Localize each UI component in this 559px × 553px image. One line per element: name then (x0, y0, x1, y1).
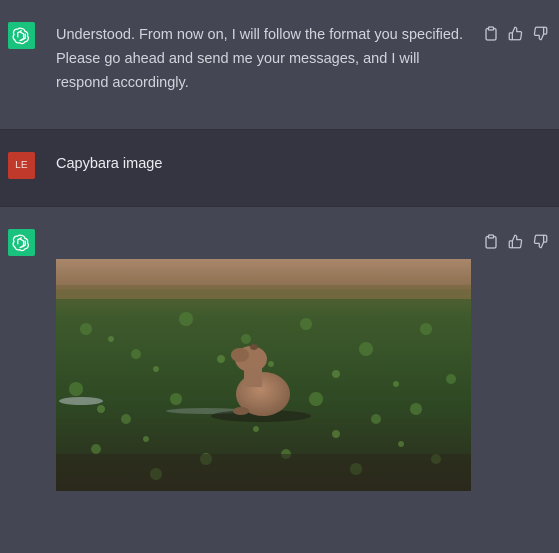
user-avatar-initials: LE (15, 160, 28, 171)
openai-logo-icon (12, 234, 29, 252)
user-message-text: Capybara image (56, 156, 163, 172)
clipboard-icon[interactable] (482, 25, 499, 42)
thumbs-up-icon[interactable] (507, 25, 524, 42)
thumbs-up-icon[interactable] (507, 233, 524, 250)
openai-logo-icon (12, 27, 29, 45)
user-avatar: LE (8, 152, 35, 179)
message-actions (482, 233, 549, 250)
clipboard-icon[interactable] (482, 233, 499, 250)
assistant-avatar (8, 22, 35, 49)
thumbs-down-icon[interactable] (532, 25, 549, 42)
assistant-message-text: Understood. From now on, I will follow t… (56, 27, 463, 91)
assistant-avatar (8, 229, 35, 256)
message-actions (482, 25, 549, 42)
capybara-photo (56, 259, 471, 491)
assistant-message-1: Understood. From now on, I will follow t… (0, 0, 559, 130)
user-message: LE Capybara image (0, 130, 559, 207)
thumbs-down-icon[interactable] (532, 233, 549, 250)
